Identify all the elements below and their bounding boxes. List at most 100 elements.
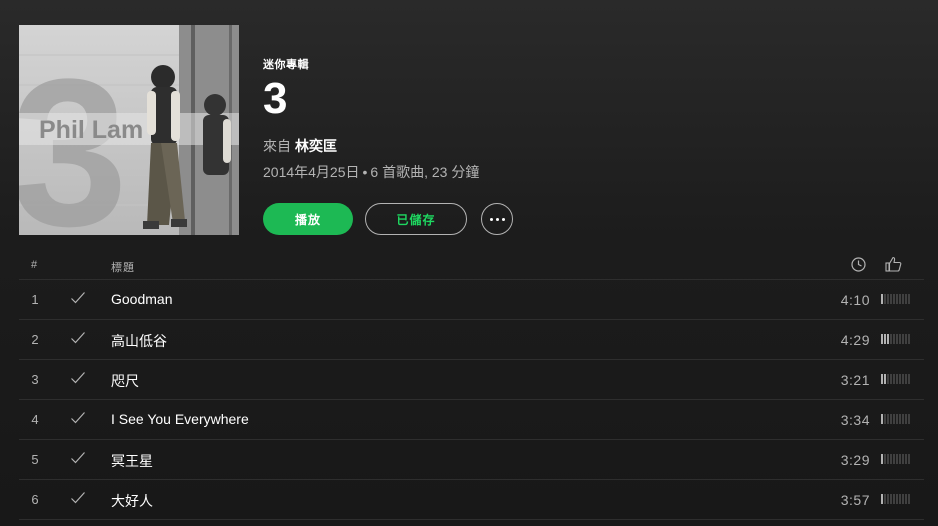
- popularity-bar: [890, 414, 892, 424]
- album-page: 3 Phil Lam 迷你專輯 3: [0, 0, 938, 526]
- popularity-bar: [884, 334, 886, 344]
- popularity-meter: [881, 494, 913, 504]
- popularity-bar: [908, 374, 910, 384]
- popularity-bar: [896, 454, 898, 464]
- track-row[interactable]: 2 高山低谷 4:29: [19, 320, 924, 360]
- track-list: # 標題 1 Goodman 4:10 2 高山低谷 4:29 3 咫尺 3:21 4 I See …: [19, 252, 924, 520]
- popularity-bar: [899, 374, 901, 384]
- popularity-bar: [902, 294, 904, 304]
- album-meta: 2014年4月25日 • 6 首歌曲, 23 分鐘: [263, 162, 863, 180]
- track-summary: 6 首歌曲, 23 分鐘: [370, 164, 480, 180]
- track-title[interactable]: 大好人: [111, 491, 153, 511]
- track-number: 6: [31, 492, 39, 507]
- popularity-bar: [884, 374, 886, 384]
- artist-link[interactable]: 林奕匡: [295, 138, 337, 154]
- popularity-bar: [893, 294, 895, 304]
- popularity-bar: [887, 374, 889, 384]
- popularity-bar: [896, 494, 898, 504]
- popularity-bar: [902, 334, 904, 344]
- album-cover-art: 3 Phil Lam: [19, 25, 239, 235]
- track-number: 1: [31, 292, 39, 307]
- more-button[interactable]: [481, 203, 513, 235]
- popularity-bar: [884, 494, 886, 504]
- popularity-meter: [881, 414, 913, 424]
- popularity-bar: [899, 414, 901, 424]
- popularity-bar: [899, 294, 901, 304]
- popularity-bar: [884, 294, 886, 304]
- more-icon-dot: [501, 217, 505, 221]
- popularity-bar: [905, 374, 907, 384]
- check-icon[interactable]: [70, 331, 86, 348]
- popularity-bar: [896, 374, 898, 384]
- album-cover: 3 Phil Lam: [19, 25, 239, 235]
- popularity-bar: [884, 414, 886, 424]
- popularity-bar: [908, 414, 910, 424]
- popularity-bar: [905, 294, 907, 304]
- popularity-bar: [890, 374, 892, 384]
- popularity-bar: [890, 494, 892, 504]
- popularity-bar: [896, 334, 898, 344]
- track-title[interactable]: 冥王星: [111, 451, 153, 471]
- popularity-bar: [902, 414, 904, 424]
- track-duration: 4:10: [840, 292, 870, 308]
- popularity-bar: [893, 494, 895, 504]
- popularity-bar: [890, 294, 892, 304]
- track-row[interactable]: 5 冥王星 3:29: [19, 440, 924, 480]
- check-icon[interactable]: [70, 451, 86, 468]
- popularity-bar: [887, 294, 889, 304]
- popularity-bar: [887, 494, 889, 504]
- track-row[interactable]: 6 大好人 3:57: [19, 480, 924, 520]
- popularity-bar: [881, 294, 883, 304]
- popularity-bar: [905, 494, 907, 504]
- album-byline: 來自 林奕匡: [263, 136, 863, 154]
- popularity-bar: [908, 294, 910, 304]
- track-row[interactable]: 1 Goodman 4:10: [19, 280, 924, 320]
- check-icon[interactable]: [70, 491, 86, 508]
- popularity-bar: [908, 494, 910, 504]
- popularity-meter: [881, 454, 913, 464]
- popularity-bar: [908, 454, 910, 464]
- track-row[interactable]: 4 I See You Everywhere 3:34: [19, 400, 924, 440]
- track-title[interactable]: 高山低谷: [111, 331, 167, 351]
- album-info: 迷你專輯 3 來自 林奕匡 2014年4月25日 • 6 首歌曲, 23 分鐘: [263, 56, 863, 180]
- check-icon[interactable]: [70, 291, 86, 308]
- popularity-bar: [893, 414, 895, 424]
- track-duration: 3:21: [840, 372, 870, 388]
- popularity-bar: [887, 414, 889, 424]
- track-title[interactable]: Goodman: [111, 291, 172, 307]
- release-date: 2014年4月25日: [263, 164, 360, 180]
- cover-artist-text: Phil Lam: [39, 116, 143, 144]
- popularity-bar: [881, 374, 883, 384]
- popularity-bar: [881, 334, 883, 344]
- clock-icon[interactable]: [851, 257, 866, 275]
- popularity-meter: [881, 374, 913, 384]
- popularity-bar: [890, 454, 892, 464]
- saved-button[interactable]: 已儲存: [365, 203, 467, 235]
- header-title[interactable]: 標題: [111, 259, 135, 275]
- popularity-bar: [881, 494, 883, 504]
- track-title[interactable]: I See You Everywhere: [111, 411, 249, 427]
- popularity-bar: [881, 414, 883, 424]
- popularity-bar: [902, 374, 904, 384]
- more-icon-dot: [495, 217, 499, 221]
- thumbs-up-icon[interactable]: [885, 256, 902, 275]
- track-number: 4: [31, 412, 39, 427]
- track-row[interactable]: 3 咫尺 3:21: [19, 360, 924, 400]
- popularity-bar: [881, 454, 883, 464]
- popularity-bar: [893, 454, 895, 464]
- play-button[interactable]: 播放: [263, 203, 353, 235]
- popularity-bar: [896, 414, 898, 424]
- check-icon[interactable]: [70, 411, 86, 428]
- popularity-meter: [881, 334, 913, 344]
- meta-separator: •: [362, 164, 368, 180]
- check-icon[interactable]: [70, 371, 86, 388]
- popularity-bar: [887, 454, 889, 464]
- popularity-meter: [881, 294, 913, 304]
- popularity-bar: [902, 494, 904, 504]
- popularity-bar: [893, 334, 895, 344]
- track-duration: 3:34: [840, 412, 870, 428]
- track-title[interactable]: 咫尺: [111, 371, 139, 391]
- track-duration: 3:29: [840, 452, 870, 468]
- popularity-bar: [905, 334, 907, 344]
- header-number: #: [31, 259, 38, 271]
